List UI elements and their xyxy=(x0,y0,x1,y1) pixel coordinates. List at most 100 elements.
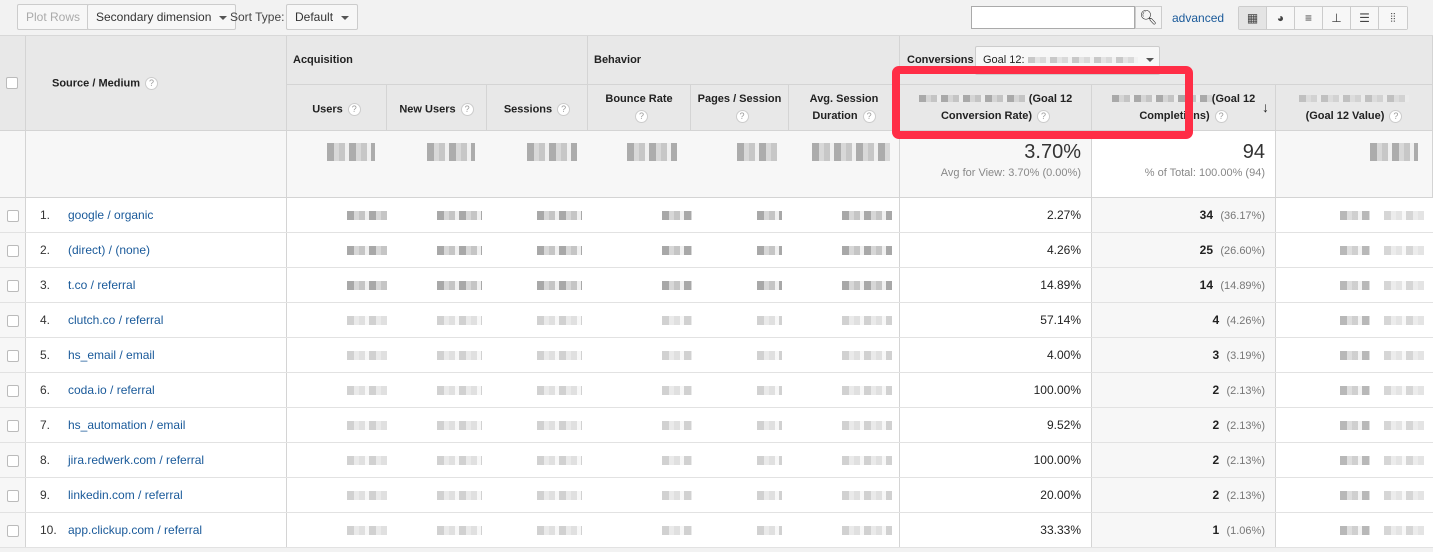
sessions-header[interactable]: Sessions? xyxy=(487,85,588,131)
blurred-metrics xyxy=(287,478,900,512)
row-checkbox[interactable] xyxy=(6,489,19,502)
completions-percent: (1.06%) xyxy=(1226,525,1265,537)
secondary-dimension-dropdown[interactable]: Secondary dimension xyxy=(87,4,237,30)
bounce-rate-header[interactable]: Bounce Rate? xyxy=(588,85,691,131)
pie-icon[interactable]: ◕ xyxy=(1267,7,1295,29)
source-cell: 5. hs_email / email xyxy=(26,338,287,372)
completions-value: 2 xyxy=(1212,418,1220,432)
completions-percent: (36.17%) xyxy=(1220,210,1265,222)
bar-icon[interactable]: ≡ xyxy=(1295,7,1323,29)
table-row: 9. linkedin.com / referral 20.00% 2 (2.13… xyxy=(0,478,1433,513)
row-checkbox[interactable] xyxy=(6,384,19,397)
conversion-rate-cell: 2.27% xyxy=(900,198,1092,232)
sort-descending-icon: ↓ xyxy=(1262,99,1269,115)
source-cell: 2. (direct) / (none) xyxy=(26,233,287,267)
totals-completions-value: 94 xyxy=(1242,141,1265,163)
table-row: 8. jira.redwerk.com / referral 100.00% 2 … xyxy=(0,443,1433,478)
select-all-checkbox[interactable] xyxy=(6,77,18,89)
source-medium-link[interactable]: jira.redwerk.com / referral xyxy=(68,443,204,477)
row-checkbox[interactable] xyxy=(6,209,19,222)
secondary-dimension-label: Secondary dimension xyxy=(96,10,212,24)
help-icon[interactable]: ? xyxy=(1389,109,1403,123)
users-header[interactable]: Users? xyxy=(287,85,387,131)
completions-cell: 14 (14.89%) xyxy=(1092,268,1276,302)
grid-icon[interactable]: ▦ xyxy=(1239,7,1267,29)
row-checkbox-cell xyxy=(0,268,26,302)
users-label: Users xyxy=(312,103,343,116)
help-icon[interactable]: ? xyxy=(347,103,361,116)
source-medium-link[interactable]: app.clickup.com / referral xyxy=(68,513,202,547)
row-checkbox[interactable] xyxy=(6,314,19,327)
row-number: 7. xyxy=(40,418,51,432)
row-checkbox[interactable] xyxy=(6,279,19,292)
completions-percent: (14.89%) xyxy=(1220,280,1265,292)
chevron-down-icon xyxy=(219,15,228,20)
source-medium-link[interactable]: hs_email / email xyxy=(68,338,155,372)
blurred-metrics xyxy=(287,338,900,372)
source-medium-header[interactable]: Source / Medium? xyxy=(26,36,287,131)
compare-icon[interactable]: ⊥ xyxy=(1323,7,1351,29)
pages-session-header[interactable]: Pages / Session? xyxy=(691,85,789,131)
help-icon[interactable]: ? xyxy=(1214,109,1228,123)
goal-value-label: (Goal 12 Value) xyxy=(1305,110,1385,122)
bounce-rate-label: Bounce Rate xyxy=(605,93,673,105)
conversion-rate-cell: 4.26% xyxy=(900,233,1092,267)
plot-rows-button[interactable]: Plot Rows xyxy=(17,4,90,30)
row-number: 3. xyxy=(40,278,51,292)
row-number: 9. xyxy=(40,488,51,502)
source-medium-link[interactable]: google / organic xyxy=(68,198,153,232)
help-icon[interactable]: ? xyxy=(460,103,474,116)
source-medium-link[interactable]: t.co / referral xyxy=(68,268,135,302)
row-checkbox[interactable] xyxy=(6,349,19,362)
help-icon[interactable]: ? xyxy=(145,77,159,90)
completions-value: 3 xyxy=(1212,348,1220,362)
conversion-rate-cell: 33.33% xyxy=(900,513,1092,547)
row-checkbox-cell xyxy=(0,513,26,547)
source-medium-link[interactable]: hs_automation / email xyxy=(68,408,185,442)
help-icon[interactable]: ? xyxy=(862,109,876,123)
new-users-header[interactable]: New Users? xyxy=(387,85,487,131)
totals-checkbox-cell xyxy=(0,131,26,198)
help-icon[interactable]: ? xyxy=(635,109,648,123)
sort-type-dropdown[interactable]: Default xyxy=(286,4,359,30)
source-cell: 6. coda.io / referral xyxy=(26,373,287,407)
source-medium-link[interactable]: coda.io / referral xyxy=(68,373,155,407)
goal-value-cell xyxy=(1276,408,1433,442)
conversion-rate-cell: 4.00% xyxy=(900,338,1092,372)
row-checkbox-cell xyxy=(0,478,26,512)
blurred-metrics xyxy=(287,408,900,442)
row-checkbox-cell xyxy=(0,233,26,267)
chevron-down-icon xyxy=(1145,58,1154,63)
help-icon[interactable]: ? xyxy=(557,103,571,116)
totals-blurred-metrics xyxy=(287,131,900,198)
term-cloud-icon[interactable]: ☰ xyxy=(1351,7,1379,29)
blurred-metrics xyxy=(287,443,900,477)
new-users-label: New Users xyxy=(399,103,456,116)
completions-value: 25 xyxy=(1199,243,1214,257)
conversions-label: Conversions xyxy=(907,54,974,66)
help-icon[interactable]: ? xyxy=(735,109,749,123)
row-checkbox[interactable] xyxy=(6,419,19,432)
avg-session-duration-header[interactable]: Avg. Session Duration? xyxy=(789,85,900,131)
search-input[interactable] xyxy=(971,6,1135,29)
source-medium-link[interactable]: (direct) / (none) xyxy=(68,233,150,267)
goal-value-cell xyxy=(1276,513,1433,547)
blurred-metrics xyxy=(287,233,900,267)
search-button[interactable]: 🔍︎ xyxy=(1135,6,1162,29)
row-checkbox[interactable] xyxy=(6,524,19,537)
row-checkbox[interactable] xyxy=(6,244,19,257)
advanced-link[interactable]: advanced xyxy=(1172,11,1224,25)
table-row: 7. hs_automation / email 9.52% 2 (2.13%) xyxy=(0,408,1433,443)
pivot-icon[interactable]: ⦙⦙ xyxy=(1379,7,1407,29)
row-number: 6. xyxy=(40,383,51,397)
blurred-metrics xyxy=(287,198,900,232)
source-cell: 4. clutch.co / referral xyxy=(26,303,287,337)
row-checkbox[interactable] xyxy=(6,454,19,467)
completions-value: 2 xyxy=(1212,453,1220,467)
blurred-metrics xyxy=(287,373,900,407)
source-medium-link[interactable]: linkedin.com / referral xyxy=(68,478,183,512)
source-cell: 1. google / organic xyxy=(26,198,287,232)
source-medium-link[interactable]: clutch.co / referral xyxy=(68,303,163,337)
goal-value-header[interactable]: (Goal 12 Value)? xyxy=(1276,85,1433,131)
table-row: 6. coda.io / referral 100.00% 2 (2.13%) xyxy=(0,373,1433,408)
